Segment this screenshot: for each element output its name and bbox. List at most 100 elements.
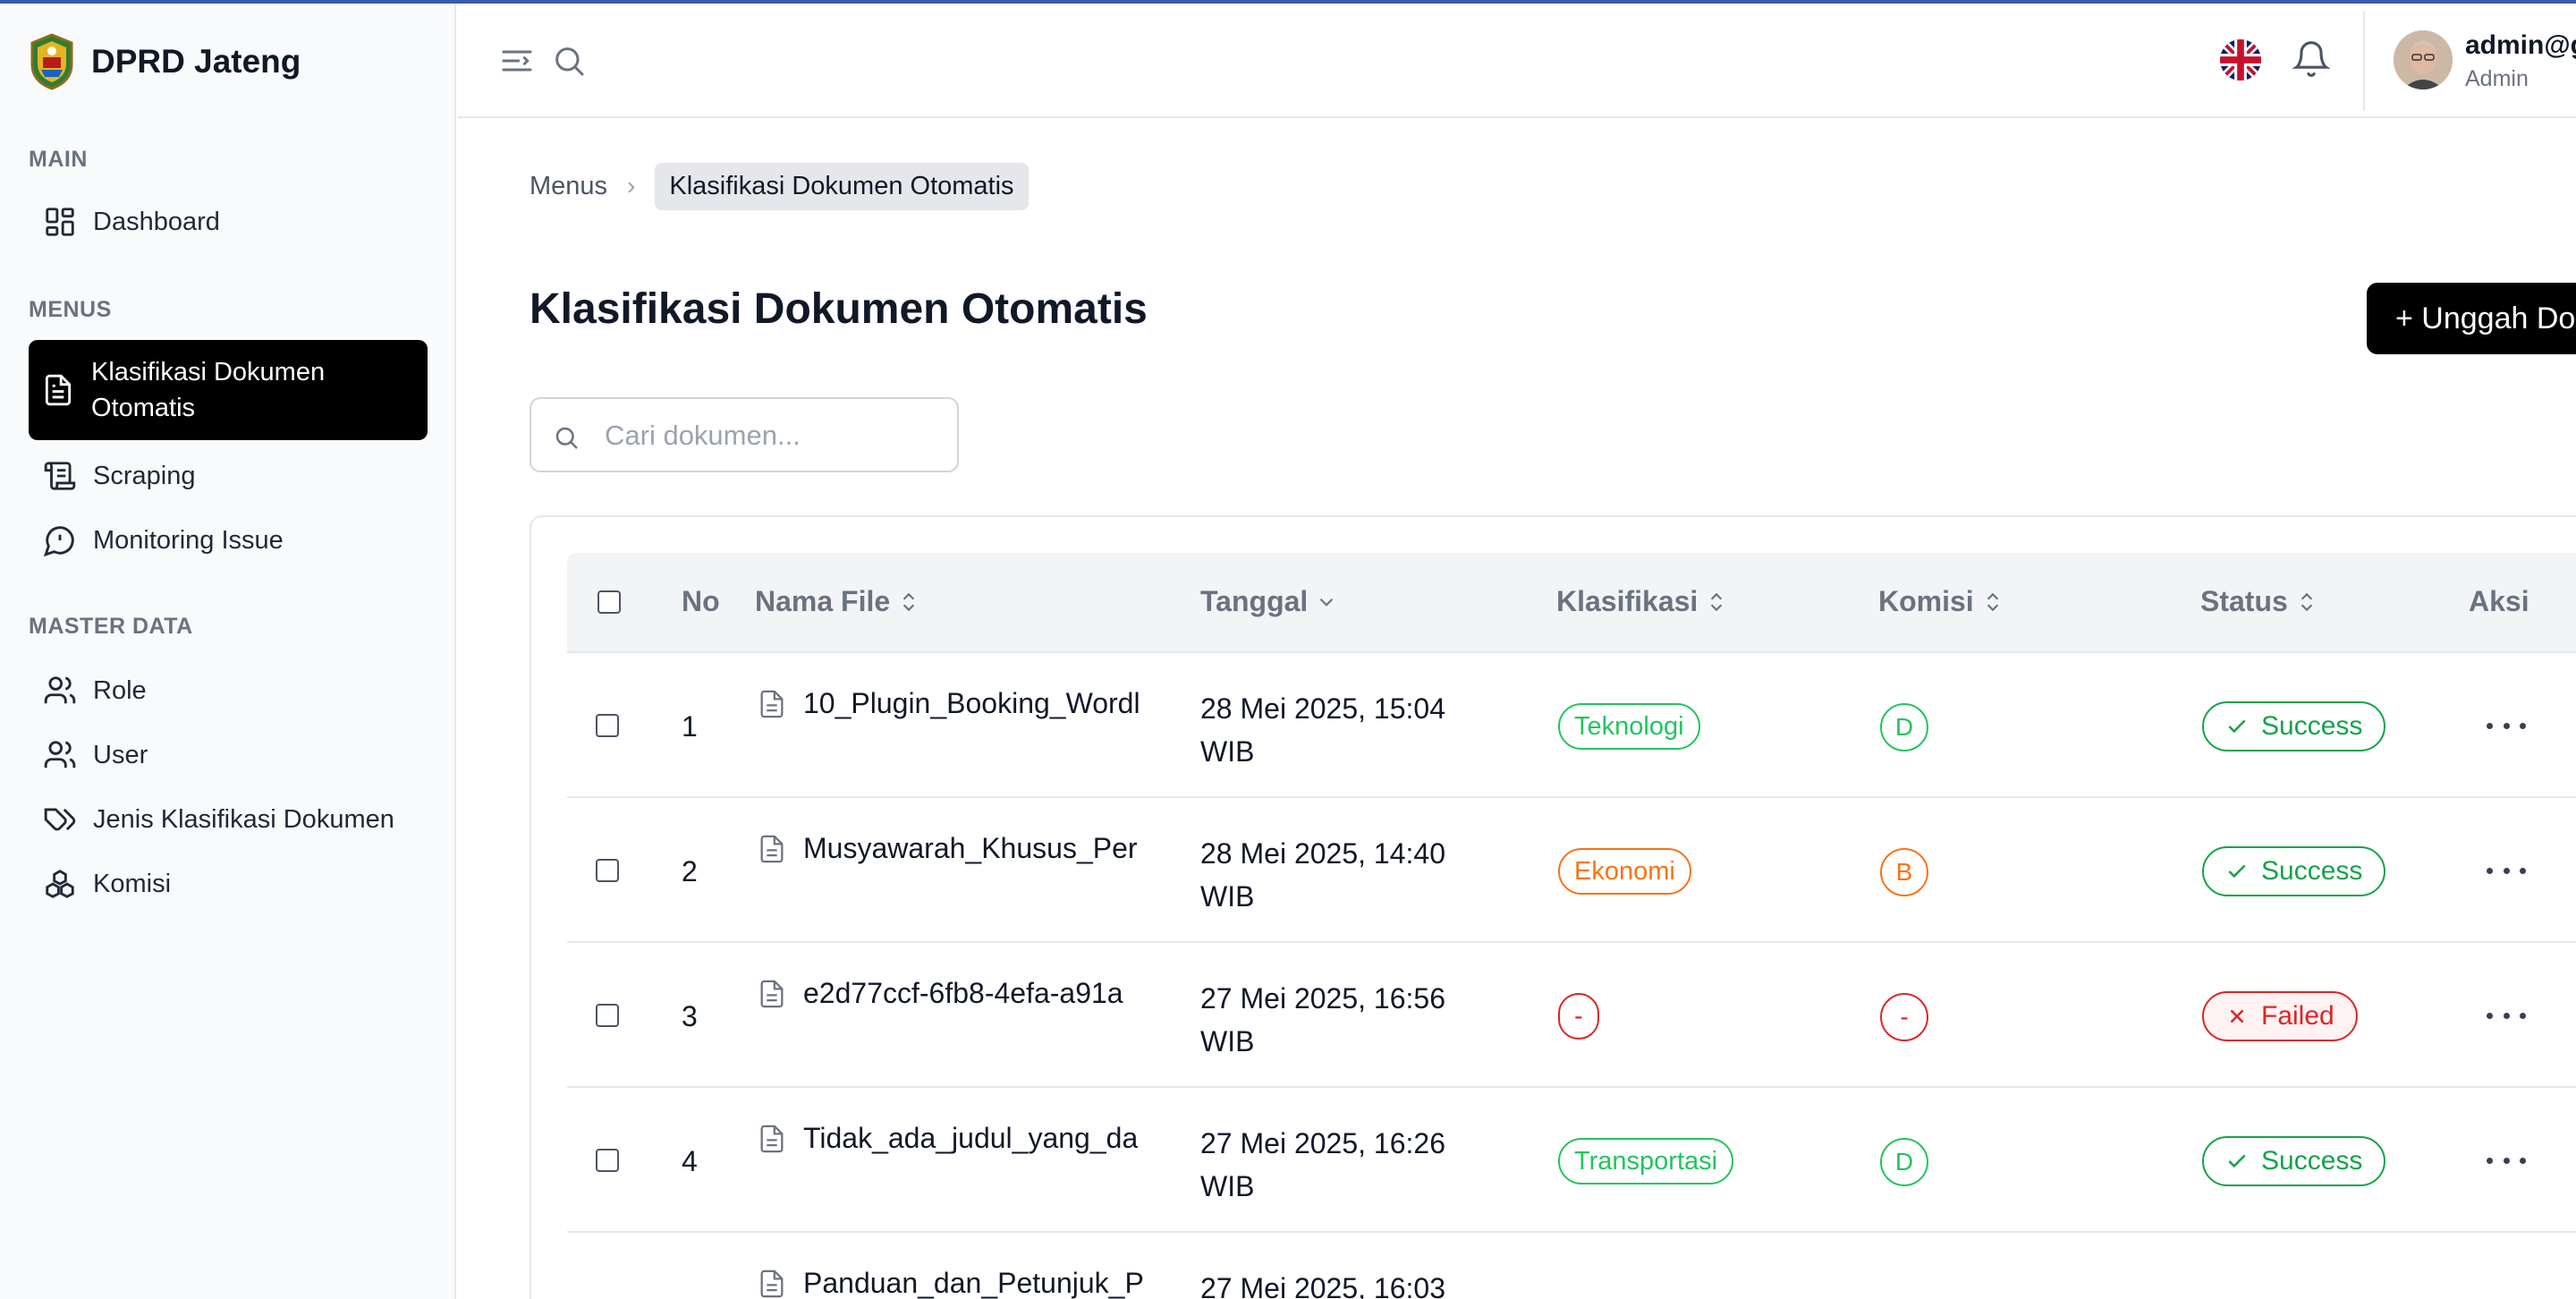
tags-icon [44,808,76,831]
sort-icon [1987,592,1998,611]
chevron-down-icon [1320,598,1334,607]
sidebar-item-label: Klasifikasi Dokumen Otomatis [91,358,326,422]
users-icon [44,741,76,768]
table-row[interactable]: 4 Tidak_ada_judul_yang_da 27 Mei 2025, 1… [567,1088,2576,1233]
row-actions-button[interactable] [2487,1147,2526,1174]
row-number: 3 [682,1000,698,1032]
sidebar-item-label: Role [93,675,147,705]
table-row[interactable]: 3 e2d77ccf-6fb8-4efa-a91a 27 Mei 2025, 1… [567,943,2576,1088]
check-icon [2228,1154,2246,1168]
column-tanggal[interactable]: Tanggal [1200,585,1338,618]
row-date: 27 Mei 2025, 16:56 WIB [1200,982,1445,1057]
sidebar-item-label: Jenis Klasifikasi Dokumen [93,804,394,834]
komisi-badge: D [1880,703,1928,751]
logo-icon [30,33,73,90]
status-badge: Success [2202,1136,2386,1186]
page-title: Klasifikasi Dokumen Otomatis [530,285,1148,333]
sidebar: DPRD Jateng MAIN Dashboard MENUS Klasifi… [0,4,456,1299]
document-icon [45,374,72,406]
sidebar-item-jenis-klasifikasi[interactable]: Jenis Klasifikasi Dokumen [29,789,428,850]
users-icon [44,676,76,704]
user-role: Admin [2465,66,2529,91]
row-number: 4 [682,1145,698,1177]
sort-icon [1711,592,1723,611]
app-name: DPRD Jateng [91,43,301,80]
message-alert-icon [43,526,74,557]
classification-badge: Teknologi [1558,703,1700,750]
search-icon[interactable] [551,43,587,79]
row-number: 1 [682,710,698,743]
sidebar-item-role[interactable]: Role [29,660,428,721]
row-date: 27 Mei 2025, 16:03 [1200,1272,1445,1299]
x-icon [2230,1009,2244,1023]
sidebar-item-scraping[interactable]: Scraping [29,446,428,506]
sidebar-item-komisi[interactable]: Komisi [29,853,428,914]
row-checkbox[interactable] [596,714,619,737]
table-row[interactable]: 1 10_Plugin_Booking_Wordl 28 Mei 2025, 1… [567,653,2576,798]
sidebar-item-label: Komisi [93,869,172,898]
column-komisi[interactable]: Komisi [1878,585,2004,618]
header-divider [2363,11,2365,111]
row-actions-button[interactable] [2487,1002,2526,1029]
upload-document-button[interactable]: + Unggah Do [2367,283,2576,354]
file-name[interactable]: Tidak_ada_judul_yang_da [757,1122,1143,1156]
avatar[interactable] [2394,30,2453,89]
boxes-icon [46,870,74,898]
row-checkbox[interactable] [596,859,619,882]
row-date: 28 Mei 2025, 14:40 WIB [1200,837,1445,913]
top-header: admin@g Admin [458,4,2576,118]
file-icon [760,980,784,1008]
user-name[interactable]: admin@g [2465,30,2576,61]
scroll-icon [44,462,76,490]
file-name[interactable]: Panduan_dan_Petunjuk_P [757,1267,1143,1299]
komisi-badge: - [1880,993,1928,1041]
chevron-right-icon: › [627,172,636,200]
sidebar-item-user[interactable]: User [29,725,428,785]
row-date: 27 Mei 2025, 16:26 WIB [1200,1127,1445,1202]
search-field[interactable] [530,397,959,472]
row-checkbox[interactable] [596,1004,619,1027]
sidebar-item-monitoring[interactable]: Monitoring Issue [29,510,428,571]
file-icon [760,835,784,863]
sidebar-item-klasifikasi[interactable]: Klasifikasi Dokumen Otomatis [29,340,428,440]
status-badge: Success [2202,846,2386,896]
komisi-badge: B [1880,848,1928,896]
table-header: No Nama File Tanggal Klasifikasi Komisi … [567,553,2576,653]
bell-icon[interactable] [2292,39,2331,79]
file-name[interactable]: Musyawarah_Khusus_Per [757,832,1143,866]
section-label-main: MAIN [29,147,88,172]
menu-toggle-icon[interactable] [499,43,535,79]
user-photo [2394,30,2453,89]
brand[interactable]: DPRD Jateng [27,30,301,93]
section-label-menus: MENUS [29,297,112,322]
sidebar-item-label: Scraping [93,461,196,490]
file-icon [760,690,784,718]
row-actions-button[interactable] [2487,712,2526,739]
row-number: 2 [682,855,698,887]
table-row[interactable]: 2 Musyawarah_Khusus_Per 28 Mei 2025, 14:… [567,798,2576,943]
sort-icon [2301,592,2312,611]
check-icon [2228,864,2246,879]
breadcrumb-current: Klasifikasi Dokumen Otomatis [655,162,1029,210]
sidebar-item-dashboard[interactable]: Dashboard [29,191,428,252]
column-klasifikasi[interactable]: Klasifikasi [1556,585,1728,618]
dashboard-icon [46,208,74,236]
row-checkbox[interactable] [596,1149,619,1172]
row-actions-button[interactable] [2487,857,2526,884]
table-row[interactable]: Panduan_dan_Petunjuk_P 27 Mei 2025, 16:0… [567,1233,2576,1299]
column-no: No [682,585,720,617]
uk-flag-icon[interactable] [2220,39,2261,81]
check-icon [2228,719,2246,734]
classification-badge: Transportasi [1558,1138,1734,1184]
file-icon [760,1125,784,1153]
file-name[interactable]: e2d77ccf-6fb8-4efa-a91a [757,977,1143,1011]
status-badge: Failed [2202,991,2358,1041]
column-nama-file[interactable]: Nama File [755,585,920,618]
breadcrumb-root[interactable]: Menus [530,172,607,201]
section-label-master-data: MASTER DATA [29,614,193,639]
column-status[interactable]: Status [2200,585,2318,618]
file-name[interactable]: 10_Plugin_Booking_Wordl [757,687,1143,721]
select-all-checkbox[interactable] [597,590,621,614]
search-input[interactable] [605,415,945,456]
status-badge: Success [2202,701,2386,751]
